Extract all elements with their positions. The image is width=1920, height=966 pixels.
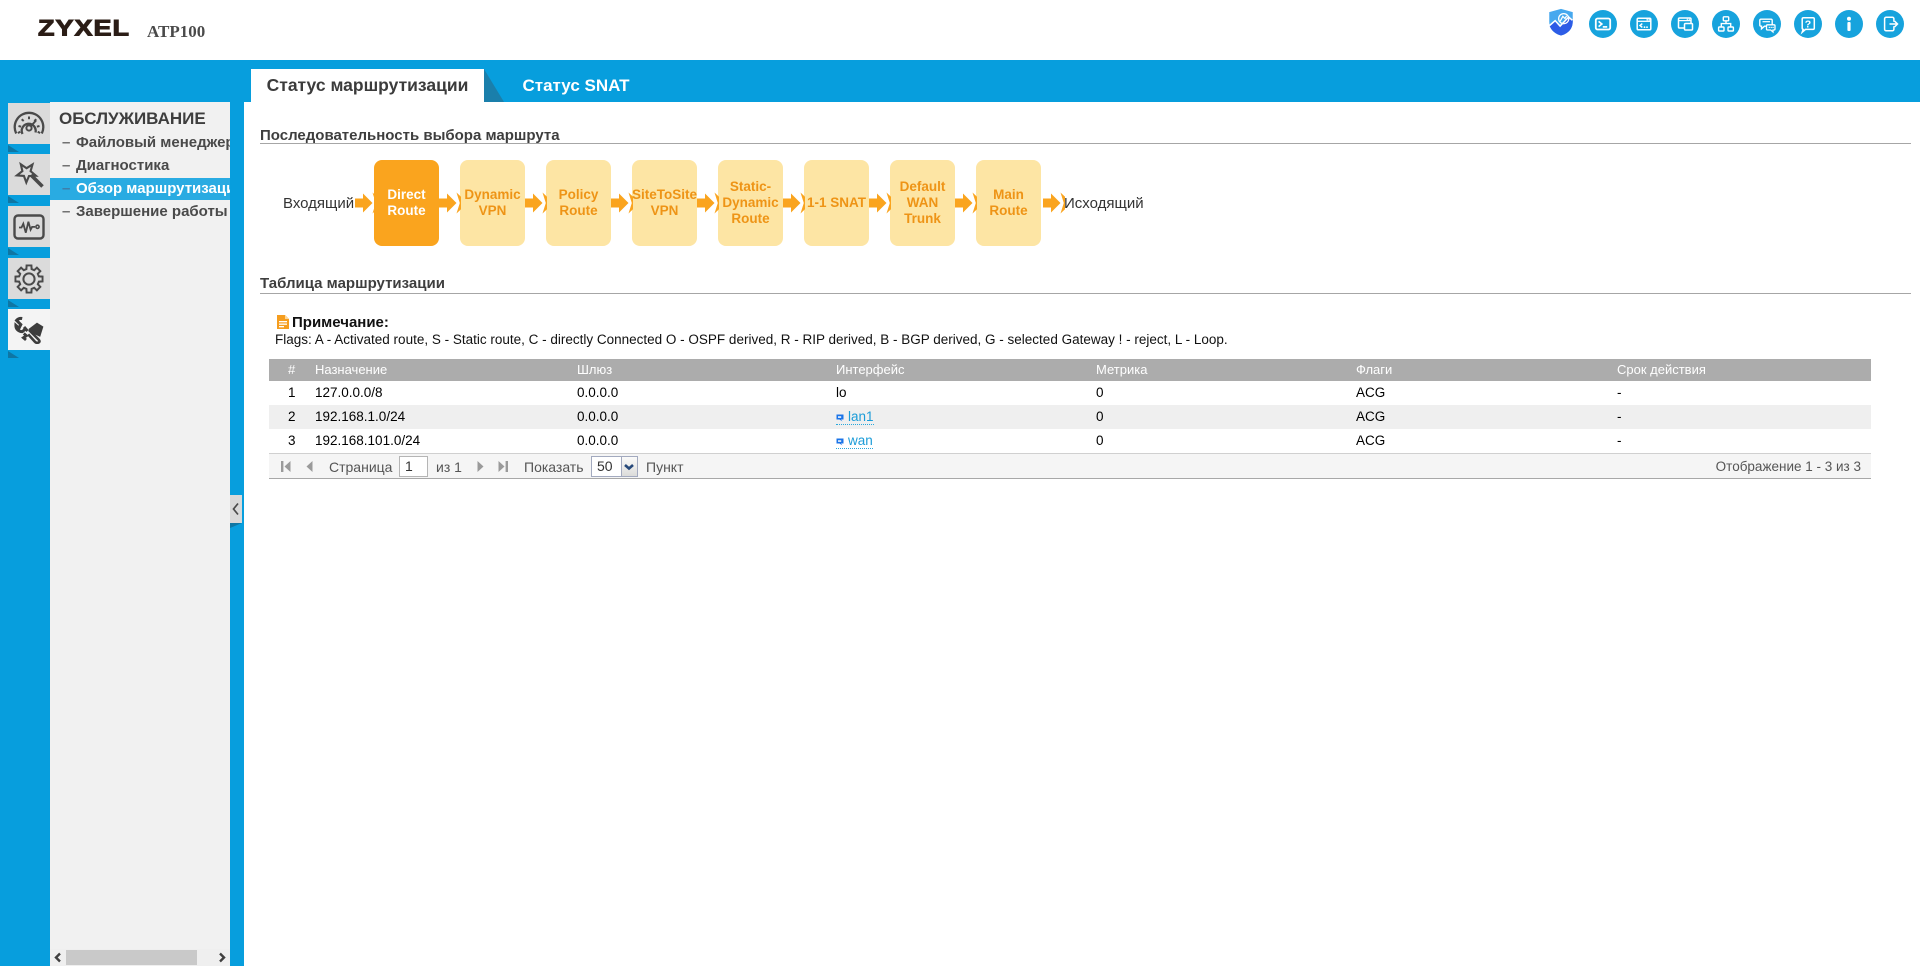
svg-text:?: ? [1805, 19, 1811, 31]
